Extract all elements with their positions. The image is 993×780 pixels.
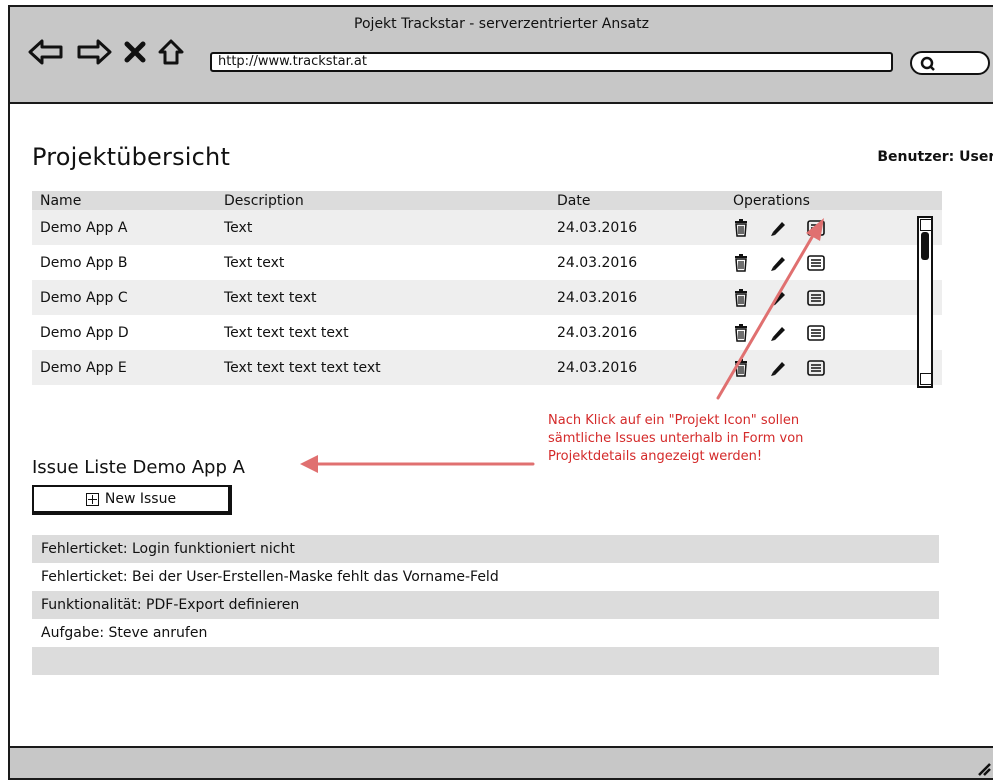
annotation-note: Nach Klick auf ein "Projekt Icon" sollen… xyxy=(548,412,848,466)
annotation-line: sämtliche Issues unterhalb in Form von xyxy=(548,431,804,446)
new-issue-button[interactable]: New Issue xyxy=(32,485,232,515)
annotation-line: Nach Klick auf ein "Projekt Icon" sollen xyxy=(548,413,800,428)
list-item[interactable]: Fehlerticket: Bei der User-Erstellen-Mas… xyxy=(32,563,939,591)
table-header: Name Description Date Operations xyxy=(32,191,942,210)
list-item[interactable]: Funktionalität: PDF-Export definieren xyxy=(32,591,939,619)
pencil-icon[interactable] xyxy=(769,289,787,307)
cell-date: 24.03.2016 xyxy=(557,324,638,341)
page-title: Projektübersicht xyxy=(32,143,231,171)
cell-description: Text xyxy=(216,210,549,245)
browser-window: Pojekt Trackstar - serverzentrierter Ans… xyxy=(8,5,993,780)
status-bar xyxy=(10,746,993,778)
cell-description: Text text text xyxy=(216,280,549,315)
home-icon[interactable] xyxy=(158,39,184,65)
trash-icon[interactable] xyxy=(733,218,749,237)
cell-name: Demo App C xyxy=(32,280,216,315)
table-row[interactable]: Demo App C Text text text 24.03.2016 xyxy=(32,280,942,315)
cell-operations xyxy=(725,315,942,350)
project-table: Name Description Date Operations Demo Ap… xyxy=(32,191,942,385)
search-box[interactable] xyxy=(910,51,990,75)
trash-icon[interactable] xyxy=(733,253,749,272)
cell-operations xyxy=(725,350,942,385)
trash-icon[interactable] xyxy=(733,323,749,342)
list-icon[interactable] xyxy=(807,324,825,341)
list-icon[interactable] xyxy=(807,219,825,236)
cell-date: 24.03.2016 xyxy=(549,350,725,385)
list-item[interactable]: Aufgabe: Steve anrufen xyxy=(32,619,939,647)
cell-description: Text text text text xyxy=(224,324,349,341)
pencil-icon[interactable] xyxy=(769,219,787,237)
cell-description: Text text text text text xyxy=(216,350,549,385)
cell-description: Text text xyxy=(224,254,285,271)
cell-name: Demo App E xyxy=(32,350,216,385)
cell-name: Demo App A xyxy=(32,210,216,245)
back-arrow-icon[interactable] xyxy=(28,39,64,65)
forward-arrow-icon[interactable] xyxy=(76,39,112,65)
list-icon[interactable] xyxy=(807,359,825,376)
cell-name: Demo App B xyxy=(40,254,128,271)
column-header: Description xyxy=(216,191,549,210)
column-header: Name xyxy=(32,191,216,210)
new-issue-label: New Issue xyxy=(104,491,177,507)
table-row[interactable]: Demo App B Text text 24.03.2016 xyxy=(32,245,942,280)
window-title: Pojekt Trackstar - serverzentrierter Ans… xyxy=(354,16,649,32)
table-row[interactable]: Demo App A Text 24.03.2016 xyxy=(32,210,942,245)
cell-date: 24.03.2016 xyxy=(549,210,725,245)
nav-buttons xyxy=(28,39,184,65)
cell-date: 24.03.2016 xyxy=(557,254,638,271)
resize-grip-icon[interactable] xyxy=(975,760,991,776)
plus-icon xyxy=(85,492,99,506)
browser-chrome: Pojekt Trackstar - serverzentrierter Ans… xyxy=(10,7,993,104)
table-row[interactable]: Demo App D Text text text text 24.03.2016 xyxy=(32,315,942,350)
trash-icon[interactable] xyxy=(733,358,749,377)
annotation-line: Projektdetails angezeigt werden! xyxy=(548,449,763,464)
cell-date: 24.03.2016 xyxy=(549,280,725,315)
list-item[interactable]: Fehlerticket: Login funktioniert nicht xyxy=(32,535,939,563)
column-header: Operations xyxy=(725,191,942,210)
list-icon[interactable] xyxy=(807,254,825,271)
table-scrollbar[interactable] xyxy=(917,216,933,388)
user-label: Benutzer: User1 xyxy=(877,149,993,165)
table-row[interactable]: Demo App E Text text text text text 24.03.… xyxy=(32,350,942,385)
list-item[interactable] xyxy=(32,647,939,675)
list-icon[interactable] xyxy=(807,289,825,306)
scroll-down-icon[interactable] xyxy=(920,373,932,385)
issue-list: Fehlerticket: Login funktioniert nicht F… xyxy=(32,535,939,675)
cell-operations xyxy=(725,245,942,280)
issue-list-title: Issue Liste Demo App A xyxy=(32,457,245,478)
pencil-icon[interactable] xyxy=(769,359,787,377)
pencil-icon[interactable] xyxy=(769,324,787,342)
pencil-icon[interactable] xyxy=(769,254,787,272)
cell-operations xyxy=(725,280,942,315)
column-header: Date xyxy=(549,191,725,210)
cell-operations xyxy=(725,210,942,245)
trash-icon[interactable] xyxy=(733,288,749,307)
stop-x-icon[interactable] xyxy=(124,41,146,63)
scroll-thumb[interactable] xyxy=(921,232,929,260)
scroll-up-icon[interactable] xyxy=(920,219,932,231)
url-bar[interactable]: http://www.trackstar.at xyxy=(210,52,893,72)
search-icon xyxy=(920,56,935,71)
cell-name: Demo App D xyxy=(40,324,129,341)
